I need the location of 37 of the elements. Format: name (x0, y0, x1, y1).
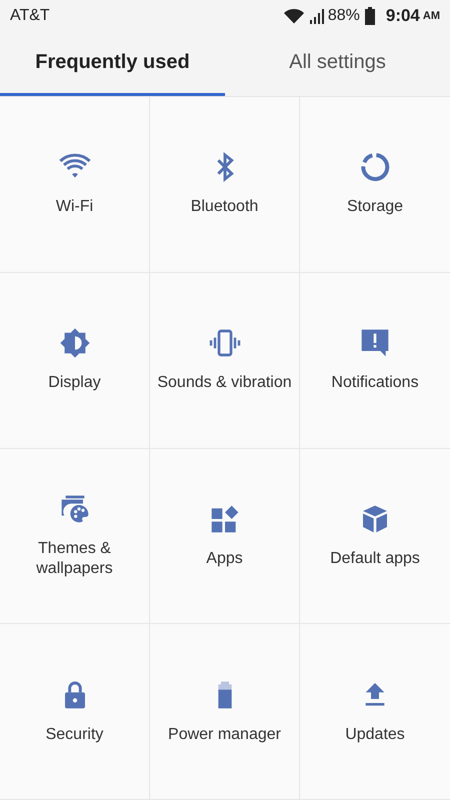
settings-tile[interactable]: Security (0, 624, 150, 800)
tile-label: Storage (346, 197, 404, 218)
tile-label: Wi-Fi (56, 197, 94, 218)
clock: 9:04 (386, 6, 420, 26)
tile-label: Bluetooth (190, 197, 258, 218)
carrier-name: AT&T (10, 7, 50, 25)
tab[interactable]: All settings (225, 32, 450, 96)
tile-label: Security (46, 724, 104, 745)
cell-signal-icon (308, 8, 325, 24)
vibrating-phone-icon (208, 327, 240, 360)
settings-tile[interactable]: Themes & wallpapers (0, 448, 150, 624)
settings-tile[interactable]: Default apps (300, 448, 450, 624)
tile-label: Display (48, 373, 101, 394)
settings-tile[interactable]: Updates (300, 624, 450, 800)
tile-label: Apps (206, 548, 243, 569)
tile-label: Default apps (330, 548, 420, 569)
ring-icon (359, 151, 391, 184)
settings-tile[interactable]: Notifications (300, 272, 450, 448)
tile-label: Notifications (331, 373, 419, 394)
settings-tile[interactable]: Storage (300, 97, 450, 273)
settings-tile[interactable]: Apps (150, 448, 300, 624)
clock-meridiem: AM (422, 10, 440, 22)
tile-label: Updates (345, 724, 405, 745)
tile-label: Sounds & vibration (157, 373, 292, 394)
battery-icon (364, 7, 375, 25)
settings-tile[interactable]: Bluetooth (150, 97, 300, 273)
settings-tile[interactable]: Display (0, 272, 150, 448)
settings-tile[interactable]: Power manager (150, 624, 300, 800)
tile-label: Power manager (168, 724, 281, 745)
brightness-icon (58, 327, 90, 360)
settings-tile[interactable]: Wi-Fi (0, 97, 150, 273)
battery-percent: 88% (328, 7, 360, 25)
tile-label: Themes & wallpapers (35, 538, 114, 579)
wifi-signal-icon (284, 8, 304, 24)
settings-tile[interactable]: Sounds & vibration (150, 272, 300, 448)
apps-icon (208, 502, 240, 535)
palette-icon (58, 492, 90, 525)
